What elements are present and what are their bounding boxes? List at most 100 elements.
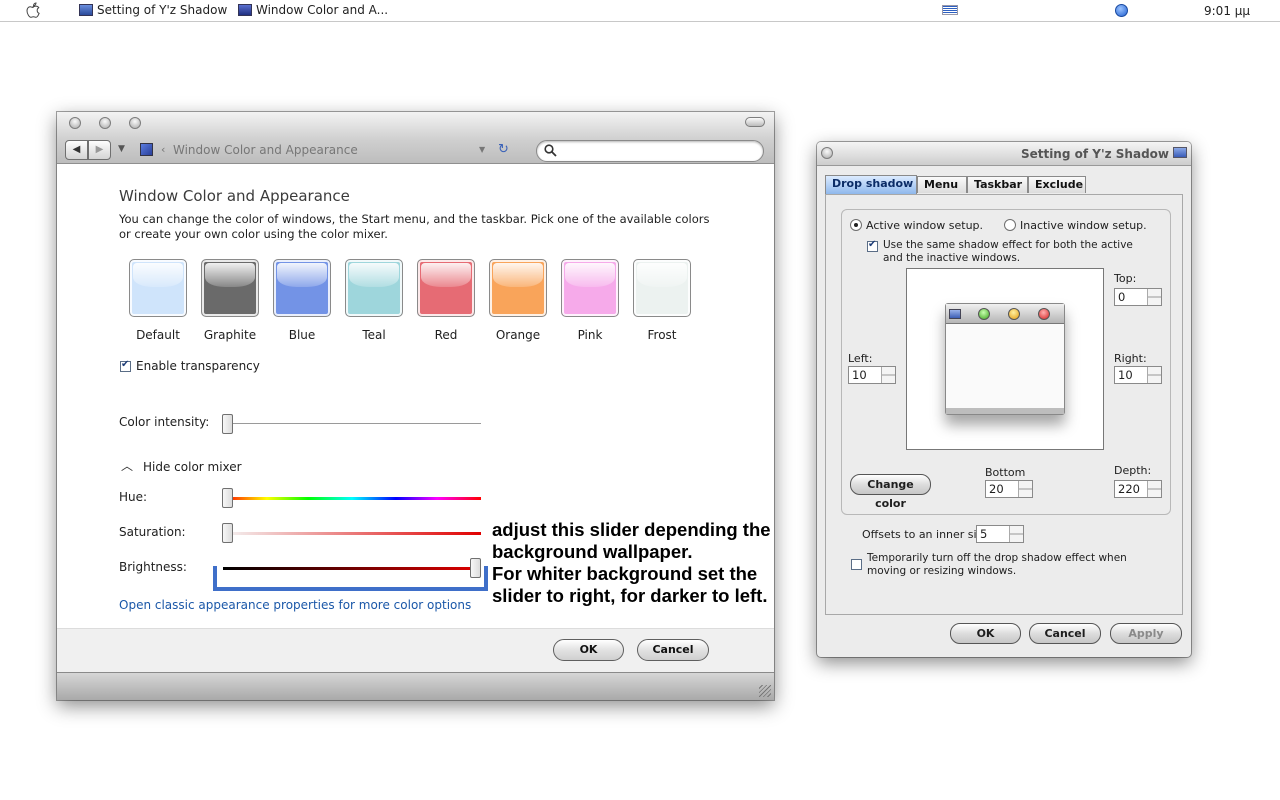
window-color-appearance-window: ◀ ▶ ▼ ‹ Window Color and Appearance ▼ ↻ … <box>57 112 774 700</box>
top-spinner[interactable]: 0 <box>1114 288 1162 306</box>
address-dropdown-icon[interactable]: ▼ <box>479 145 485 154</box>
swatch-label: Teal <box>362 328 386 342</box>
classic-appearance-link[interactable]: Open classic appearance properties for m… <box>119 598 471 612</box>
breadcrumb[interactable]: Window Color and Appearance <box>173 143 358 157</box>
ok-button[interactable]: OK <box>950 623 1021 644</box>
preview-app-icon <box>949 309 961 319</box>
left-label: Left: <box>848 352 873 365</box>
preview-yellow-dot-icon <box>1008 308 1020 320</box>
tab-drop-shadow[interactable]: Drop shadow <box>825 175 917 194</box>
saturation-slider[interactable] <box>222 523 233 543</box>
right-label: Right: <box>1114 352 1147 365</box>
zoom-button[interactable] <box>129 117 141 129</box>
annotation-line: adjust this slider depending the <box>492 519 771 540</box>
annotation-bracket <box>213 566 488 591</box>
title-bar[interactable]: ◀ ▶ ▼ ‹ Window Color and Appearance ▼ ↻ <box>57 112 774 164</box>
swatch-teal[interactable] <box>345 259 403 317</box>
swatch-graphite[interactable] <box>201 259 259 317</box>
inactive-window-radio[interactable] <box>1004 219 1016 231</box>
same-effect-checkbox[interactable] <box>867 239 878 252</box>
tab-taskbar[interactable]: Taskbar <box>967 176 1028 193</box>
search-icon <box>544 144 557 157</box>
hue-slider[interactable] <box>222 488 233 508</box>
swatch-frost[interactable] <box>633 259 691 317</box>
same-effect-label: Use the same shadow effect for both the … <box>883 239 1133 264</box>
color-intensity-track[interactable] <box>223 423 481 425</box>
menubar-item-shadow[interactable]: Setting of Y'z Shadow <box>79 3 227 17</box>
bottom-spinner[interactable]: 20 <box>985 480 1033 498</box>
apple-icon[interactable] <box>25 2 41 19</box>
app-icon <box>1173 147 1187 158</box>
left-spinner[interactable]: 10 <box>848 366 896 384</box>
toolbar-toggle-button[interactable] <box>745 117 765 127</box>
search-input[interactable] <box>536 140 764 162</box>
color-intensity-label: Color intensity: <box>119 415 210 429</box>
preview-green-dot-icon <box>978 308 990 320</box>
annotation-line: background wallpaper. <box>492 541 693 562</box>
swatch-default[interactable] <box>129 259 187 317</box>
resize-grip-icon[interactable] <box>759 685 771 697</box>
menubar-item-window-color[interactable]: Window Color and A... <box>238 3 388 17</box>
back-button[interactable]: ◀ <box>65 140 88 160</box>
language-flag-icon[interactable] <box>942 5 958 15</box>
breadcrumb-chevron-icon: ‹ <box>161 143 166 156</box>
cancel-button[interactable]: Cancel <box>1029 623 1101 644</box>
menu-bar: Setting of Y'z Shadow Window Color and A… <box>0 0 1280 22</box>
swatch-blue[interactable] <box>273 259 331 317</box>
swatch-red[interactable] <box>417 259 475 317</box>
change-color-button[interactable]: Change color <box>850 474 931 510</box>
right-spinner[interactable]: 10 <box>1114 366 1162 384</box>
tab-exclude[interactable]: Exclude <box>1028 176 1086 193</box>
depth-label: Depth: <box>1114 464 1152 477</box>
collapse-chevron-icon[interactable]: ︿ <box>121 457 133 474</box>
swatch-label: Pink <box>577 328 603 342</box>
ok-button[interactable]: OK <box>553 639 624 661</box>
page-description: You can change the color of windows, the… <box>119 212 710 241</box>
color-intensity-slider[interactable] <box>222 414 233 434</box>
depth-spinner[interactable]: 220 <box>1114 480 1162 498</box>
transparency-checkbox[interactable] <box>120 359 131 372</box>
page-title: Window Color and Appearance <box>119 187 350 205</box>
hue-label: Hue: <box>119 490 148 504</box>
preview-bottom-bar <box>946 408 1064 414</box>
cancel-button[interactable]: Cancel <box>637 639 709 661</box>
active-window-radio[interactable] <box>850 219 862 231</box>
close-button[interactable] <box>821 147 833 159</box>
shadow-settings-window: Setting of Y'z Shadow Drop shadow Menu T… <box>817 142 1191 657</box>
forward-button[interactable]: ▶ <box>88 140 111 160</box>
swatch-orange[interactable] <box>489 259 547 317</box>
active-window-label: Active window setup. <box>866 219 984 232</box>
apply-button[interactable]: Apply <box>1110 623 1182 644</box>
menubar-item-label: Setting of Y'z Shadow <box>97 3 228 17</box>
refresh-icon[interactable]: ↻ <box>498 142 509 157</box>
swatch-label: Default <box>136 328 180 342</box>
app-icon <box>238 4 252 16</box>
swatch-pink[interactable] <box>561 259 619 317</box>
preview-titlebar <box>946 304 1064 324</box>
tab-panel: Active window setup. Inactive window set… <box>825 194 1183 615</box>
clock[interactable]: 9:01 μμ <box>1204 4 1250 18</box>
hide-color-mixer-toggle[interactable]: Hide color mixer <box>143 460 242 474</box>
offsets-spinner[interactable]: 5 <box>976 525 1024 543</box>
history-dropdown-icon[interactable]: ▼ <box>118 144 125 154</box>
close-button[interactable] <box>69 117 81 129</box>
swatch-label: Frost <box>647 328 677 342</box>
offsets-label: Offsets to an inner side: <box>862 528 995 541</box>
brightness-label: Brightness: <box>119 560 187 574</box>
shadow-group: Active window setup. Inactive window set… <box>841 209 1171 515</box>
title-bar[interactable]: Setting of Y'z Shadow <box>817 142 1191 166</box>
dialog-footer: OK Cancel <box>57 628 774 672</box>
saturation-track[interactable] <box>223 532 481 535</box>
spotlight-search-icon[interactable] <box>1115 4 1128 17</box>
transparency-label: Enable transparency <box>136 359 260 373</box>
tab-menu[interactable]: Menu <box>917 176 967 193</box>
swatch-label: Orange <box>495 328 541 342</box>
temp-off-checkbox[interactable] <box>851 559 862 570</box>
inactive-window-label: Inactive window setup. <box>1020 219 1147 232</box>
hue-track[interactable] <box>223 497 481 500</box>
bottom-label: Bottom <box>985 466 1026 479</box>
minimize-button[interactable] <box>99 117 111 129</box>
preview-red-dot-icon <box>1038 308 1050 320</box>
swatch-label: Red <box>434 328 458 342</box>
top-label: Top: <box>1114 272 1137 285</box>
